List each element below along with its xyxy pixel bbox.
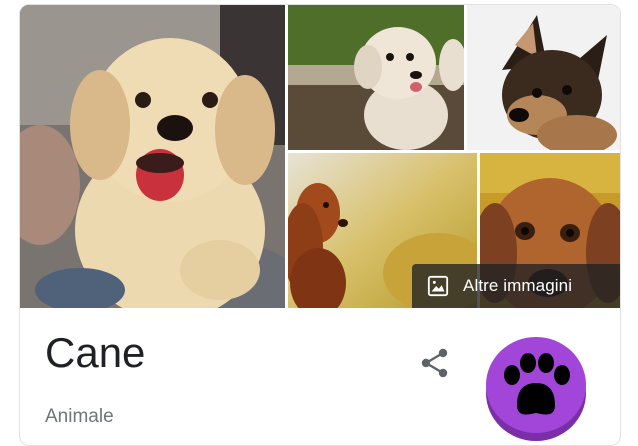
image-white-poodle[interactable] xyxy=(288,5,464,150)
image-german-shepherd[interactable] xyxy=(467,5,620,150)
entity-title: Cane xyxy=(45,329,146,376)
german-shepherd-photo xyxy=(467,5,620,150)
share-button[interactable] xyxy=(418,346,452,380)
more-images-label: Altre immagini xyxy=(463,276,573,295)
image-golden-retriever-puppy[interactable] xyxy=(20,5,285,308)
entity-header: Cane Animale xyxy=(20,308,620,445)
golden-puppy-photo xyxy=(20,5,285,308)
knowledge-panel: Altre immagini Cane Animale xyxy=(19,4,621,446)
more-images-button[interactable]: Altre immagini xyxy=(412,264,620,308)
white-poodle-photo xyxy=(288,5,464,150)
image-icon xyxy=(427,275,449,297)
share-icon xyxy=(421,348,448,378)
